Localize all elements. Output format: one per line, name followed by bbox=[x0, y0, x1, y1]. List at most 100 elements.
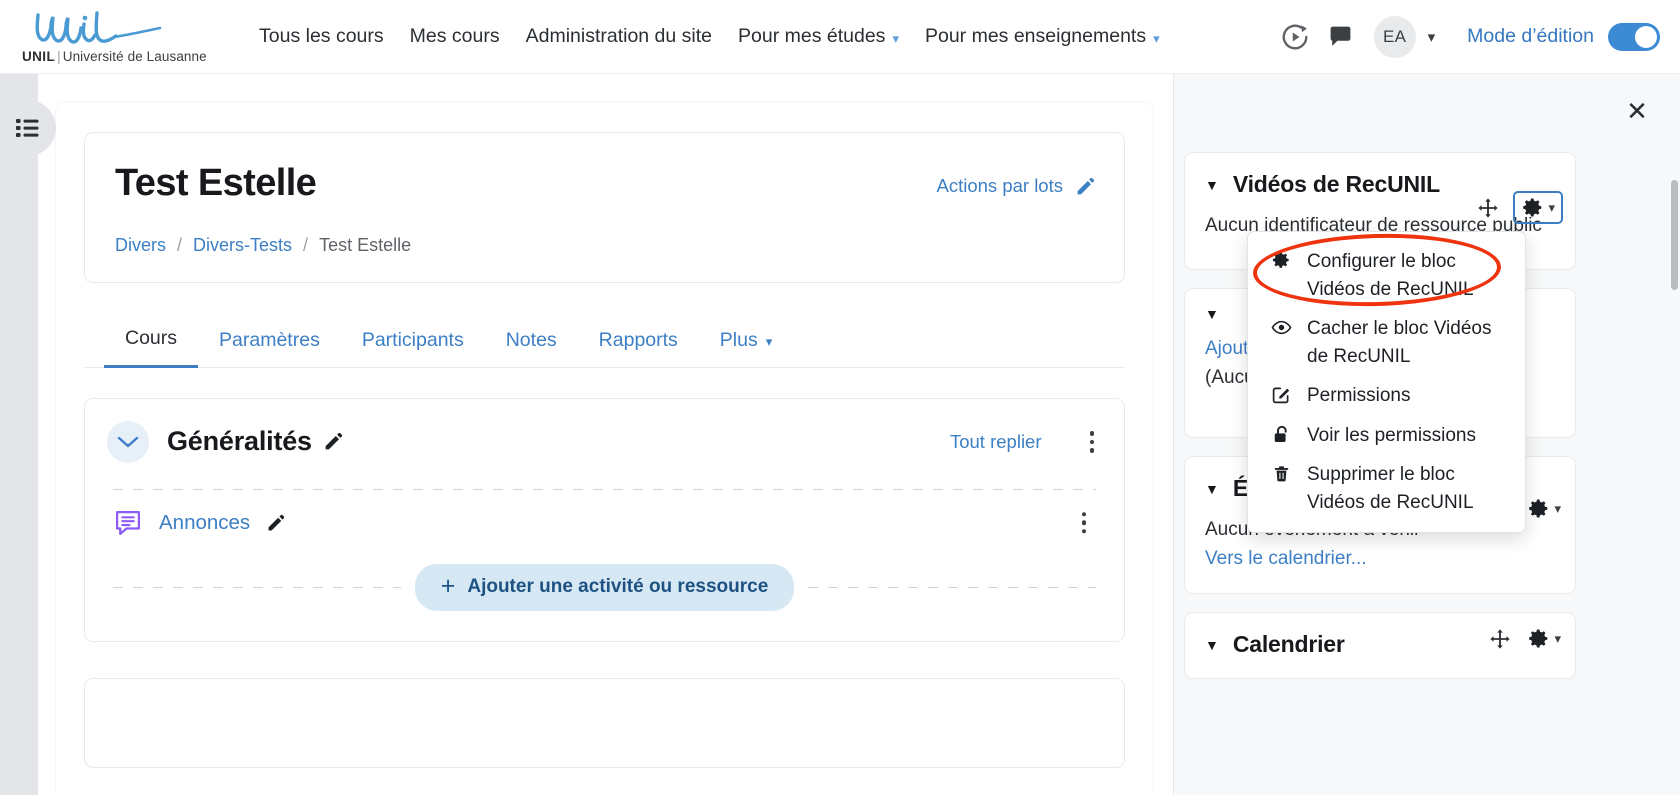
plus-icon: + bbox=[441, 574, 456, 599]
brand-subtitle: UNIL|Université de Lausanne bbox=[22, 49, 220, 64]
menu-item-permissions[interactable]: Permissions bbox=[1248, 376, 1525, 416]
collapse-triangle-icon[interactable]: ▼ bbox=[1205, 307, 1219, 321]
brand-logo-block[interactable]: UNIL|Université de Lausanne bbox=[22, 9, 220, 64]
block-settings-button[interactable]: ▾ bbox=[1527, 627, 1561, 650]
nav-item-administration-du-site[interactable]: Administration du site bbox=[513, 19, 725, 54]
avatar[interactable]: EA bbox=[1374, 16, 1416, 58]
avatar-chevron-down-icon[interactable]: ▾ bbox=[1428, 28, 1436, 46]
kebab-dot bbox=[1082, 521, 1087, 526]
tab-label: Participants bbox=[362, 329, 464, 352]
unlock-icon bbox=[1270, 422, 1292, 445]
gear-icon bbox=[1521, 196, 1544, 219]
play-circle-icon bbox=[1280, 22, 1310, 52]
pencil-icon[interactable] bbox=[323, 431, 344, 452]
navbar-right-tools: EA ▾ Mode d’édition bbox=[1272, 14, 1680, 60]
bulk-actions-button[interactable]: Actions par lots bbox=[937, 175, 1096, 197]
block-move-button[interactable] bbox=[1489, 628, 1511, 650]
brand-sep: | bbox=[57, 49, 61, 64]
add-activity-button[interactable]: + Ajouter une activité ou ressource bbox=[415, 564, 795, 611]
chevron-down-icon: ▾ bbox=[892, 32, 899, 45]
primary-nav: Tous les cours Mes cours Administration … bbox=[246, 19, 1173, 54]
tab-label: Paramètres bbox=[219, 329, 320, 352]
nav-item-tous-les-cours[interactable]: Tous les cours bbox=[246, 19, 397, 54]
block-tools: ▾ bbox=[1489, 627, 1561, 650]
chevron-down-icon: ▾ bbox=[1554, 631, 1561, 647]
messages-button[interactable] bbox=[1318, 14, 1364, 60]
collapse-triangle-icon[interactable]: ▼ bbox=[1205, 638, 1219, 652]
menu-item-label: Voir les permissions bbox=[1307, 422, 1476, 450]
menu-item-label: Permissions bbox=[1307, 382, 1410, 410]
course-section-next bbox=[84, 678, 1125, 768]
toggle-knob bbox=[1635, 26, 1657, 48]
section-collapse-button[interactable] bbox=[107, 421, 149, 463]
menu-item-voir-les-permissions[interactable]: Voir les permissions bbox=[1248, 416, 1525, 456]
block-settings-button[interactable]: ▾ bbox=[1515, 193, 1561, 222]
course-content-card: Test Estelle Actions par lots Divers / D… bbox=[56, 102, 1153, 795]
add-activity-label: Ajouter une activité ou ressource bbox=[467, 576, 768, 598]
tab-participants[interactable]: Participants bbox=[341, 317, 485, 367]
move-icon bbox=[1489, 628, 1511, 650]
gear-icon bbox=[1527, 627, 1550, 650]
section-title-text: Généralités bbox=[167, 426, 312, 457]
nav-label: Pour mes études bbox=[738, 25, 885, 48]
main-content-region: Test Estelle Actions par lots Divers / D… bbox=[38, 74, 1173, 795]
block-calendrier: ▼ Calendrier ▾ bbox=[1184, 612, 1576, 679]
tab-label: Plus bbox=[720, 329, 758, 352]
edit-mode-toggle[interactable] bbox=[1608, 23, 1660, 51]
course-header-box: Test Estelle Actions par lots Divers / D… bbox=[84, 132, 1125, 283]
collapse-triangle-icon[interactable]: ▼ bbox=[1205, 178, 1219, 192]
close-icon[interactable]: ✕ bbox=[1622, 96, 1652, 126]
breadcrumb-item-divers-tests[interactable]: Divers-Tests bbox=[193, 235, 292, 256]
breadcrumb-item-divers[interactable]: Divers bbox=[115, 235, 166, 256]
kebab-dot bbox=[1090, 431, 1095, 436]
activity-link[interactable]: Annonces bbox=[159, 511, 250, 535]
eye-icon bbox=[1270, 315, 1292, 338]
section-header: Généralités Tout replier bbox=[107, 421, 1102, 463]
nav-label: Administration du site bbox=[526, 25, 712, 48]
section-menu-button[interactable] bbox=[1082, 427, 1103, 457]
menu-item-configurer-le-bloc[interactable]: Configurer le bloc Vidéos de RecUNIL bbox=[1248, 242, 1525, 309]
edit-mode-label[interactable]: Mode d’édition bbox=[1467, 25, 1594, 48]
pencil-icon[interactable] bbox=[266, 513, 286, 533]
menu-item-cacher-le-bloc[interactable]: Cacher le bloc Vidéos de RecUNIL bbox=[1248, 309, 1525, 376]
tab-parametres[interactable]: Paramètres bbox=[198, 317, 341, 367]
nav-item-mes-cours[interactable]: Mes cours bbox=[397, 19, 513, 54]
breadcrumb-separator: / bbox=[177, 235, 182, 256]
pencil-icon bbox=[1075, 176, 1096, 197]
chevron-down-icon: ▾ bbox=[766, 334, 773, 350]
collapse-triangle-icon[interactable]: ▼ bbox=[1205, 482, 1219, 496]
nav-label: Tous les cours bbox=[259, 25, 384, 48]
chevron-down-icon: ▾ bbox=[1548, 200, 1555, 216]
block-tools: ▾ bbox=[1477, 193, 1561, 222]
dashed-line-left bbox=[113, 587, 401, 588]
tab-label: Cours bbox=[125, 327, 177, 350]
chevron-down-icon bbox=[117, 435, 139, 449]
tab-rapports[interactable]: Rapports bbox=[578, 317, 699, 367]
kebab-dot bbox=[1090, 440, 1095, 445]
top-navbar: UNIL|Université de Lausanne Tous les cou… bbox=[0, 0, 1680, 74]
bulk-actions-label: Actions par lots bbox=[937, 175, 1063, 197]
activity-menu-button[interactable] bbox=[1074, 508, 1095, 538]
chevron-down-icon: ▾ bbox=[1153, 32, 1160, 45]
menu-item-supprimer-le-bloc[interactable]: Supprimer le bloc Vidéos de RecUNIL bbox=[1248, 455, 1525, 522]
tab-notes[interactable]: Notes bbox=[485, 317, 578, 367]
play-circle-button[interactable] bbox=[1272, 14, 1318, 60]
nav-item-pour-mes-etudes[interactable]: Pour mes études ▾ bbox=[725, 19, 912, 54]
nav-label: Pour mes enseignements bbox=[925, 25, 1146, 48]
course-index-toggle-button[interactable] bbox=[0, 100, 56, 156]
page-scrollbar-thumb[interactable] bbox=[1671, 180, 1678, 290]
nav-item-pour-mes-enseignements[interactable]: Pour mes enseignements ▾ bbox=[912, 19, 1173, 54]
collapse-all-button[interactable]: Tout replier bbox=[950, 431, 1042, 453]
add-activity-row: + Ajouter une activité ou ressource bbox=[107, 556, 1102, 615]
tab-cours[interactable]: Cours bbox=[104, 315, 198, 368]
chevron-down-icon: ▾ bbox=[1554, 501, 1561, 517]
block-calendar-link[interactable]: Vers le calendrier... bbox=[1205, 548, 1367, 569]
course-section-generalites: Généralités Tout replier bbox=[84, 398, 1125, 642]
block-settings-button[interactable]: ▾ bbox=[1527, 497, 1561, 520]
kebab-dot bbox=[1082, 529, 1087, 534]
forum-announcement-icon bbox=[113, 508, 143, 538]
unil-logo-icon bbox=[30, 9, 198, 51]
section-title: Généralités bbox=[167, 426, 344, 457]
block-move-button[interactable] bbox=[1477, 197, 1499, 219]
tab-plus[interactable]: Plus ▾ bbox=[699, 317, 793, 367]
